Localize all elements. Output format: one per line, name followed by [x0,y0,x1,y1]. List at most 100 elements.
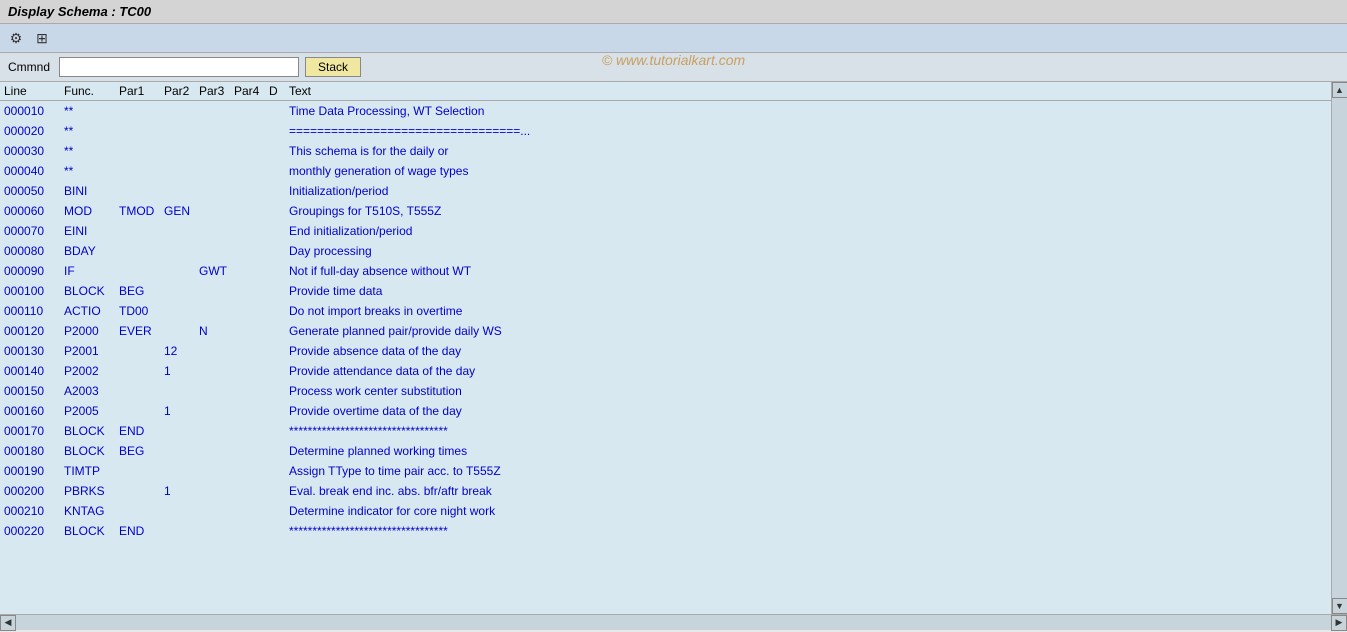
cell-par3 [199,182,234,200]
table-row[interactable]: 000200PBRKS1Eval. break end inc. abs. bf… [0,481,1331,501]
cell-par4 [234,262,269,280]
cell-func: P2001 [64,342,119,360]
cell-par2 [164,322,199,340]
header-par4: Par4 [234,84,269,98]
scroll-left-button[interactable]: ◀ [0,615,16,631]
table-row[interactable]: 000130P200112Provide absence data of the… [0,341,1331,361]
cell-par4 [234,342,269,360]
cell-par2 [164,282,199,300]
scrollbar-bottom[interactable]: ◀ ▶ [0,614,1347,630]
table-row[interactable]: 000160P20051Provide overtime data of the… [0,401,1331,421]
cell-par2: 1 [164,402,199,420]
cell-par2 [164,142,199,160]
cell-par1: END [119,522,164,540]
table-row[interactable]: 000180BLOCKBEGDetermine planned working … [0,441,1331,461]
table-row[interactable]: 000170BLOCKEND**************************… [0,421,1331,441]
cell-par4 [234,222,269,240]
cell-func: KNTAG [64,502,119,520]
cell-text: Do not import breaks in overtime [289,302,1327,320]
stack-button[interactable]: Stack [305,57,361,77]
main-area: Line Func. Par1 Par2 Par3 Par4 D Text 00… [0,82,1347,614]
scroll-down-button[interactable]: ▼ [1332,598,1347,614]
config-icon[interactable]: ⚙ [6,28,26,48]
table-row[interactable]: 000030**This schema is for the daily or [0,141,1331,161]
cell-par2 [164,182,199,200]
cell-text: Provide time data [289,282,1327,300]
table-row[interactable]: 000190TIMTP Assign TType to time pair acc… [0,461,1331,481]
cell-par3 [199,522,234,540]
table-row[interactable]: 000060MODTMODGENGroupings for T510S, T55… [0,201,1331,221]
cell-d [269,302,289,320]
cell-text: ********************************** [289,522,1327,540]
table-row[interactable]: 000010**Time Data Processing, WT Selecti… [0,101,1331,121]
scrollbar-right[interactable]: ▲ ▼ [1331,82,1347,614]
cell-par1: TD00 [119,302,164,320]
cell-par4 [234,182,269,200]
scroll-track[interactable] [1332,98,1347,598]
table-row[interactable]: 000220BLOCKEND**************************… [0,521,1331,541]
cell-func: ** [64,162,119,180]
cell-par3 [199,482,234,500]
cell-func: ** [64,102,119,120]
cell-line: 000030 [4,142,64,160]
scroll-right-button[interactable]: ▶ [1331,615,1347,631]
table-row[interactable]: 000210KNTAGDetermine indicator for core … [0,501,1331,521]
table-row[interactable]: 000050BINIInitialization/period [0,181,1331,201]
table-row[interactable]: 000100BLOCKBEGProvide time data [0,281,1331,301]
cell-text: Time Data Processing, WT Selection [289,102,1327,120]
table-row[interactable]: 000150A2003Process work center substitut… [0,381,1331,401]
cell-func: BLOCK [64,422,119,440]
cell-d [269,402,289,420]
cell-par2 [164,262,199,280]
cell-par2 [164,462,199,480]
table-row[interactable]: 000020**================================… [0,121,1331,141]
cell-par4 [234,422,269,440]
table-row[interactable]: 000120P2000EVERNGenerate planned pair/pr… [0,321,1331,341]
cell-par2: 1 [164,362,199,380]
cell-line: 000040 [4,162,64,180]
cell-func: ** [64,142,119,160]
cell-par3: GWT [199,262,234,280]
cell-par4 [234,282,269,300]
cell-text: Provide overtime data of the day [289,402,1327,420]
command-input[interactable] [59,57,299,77]
header-par3: Par3 [199,84,234,98]
table-row[interactable]: 000140P20021Provide attendance data of t… [0,361,1331,381]
header-par1: Par1 [119,84,164,98]
cell-par4 [234,162,269,180]
cell-d [269,222,289,240]
cell-d [269,522,289,540]
cell-par4 [234,102,269,120]
cell-par4 [234,202,269,220]
header-line: Line [4,84,64,98]
cell-text: Assign TType to time pair acc. to T555Z [289,462,1327,480]
cell-func: TIMTP [64,462,119,480]
cell-par4 [234,302,269,320]
cell-par4 [234,122,269,140]
cell-d [269,382,289,400]
cell-text: Provide attendance data of the day [289,362,1327,380]
cell-par3 [199,462,234,480]
cell-par1 [119,382,164,400]
table-row[interactable]: 000110ACTIOTD00Do not import breaks in o… [0,301,1331,321]
cell-d [269,202,289,220]
cell-par3: N [199,322,234,340]
table-row[interactable]: 000090IFGWTNot if full-day absence witho… [0,261,1331,281]
cell-par1 [119,262,164,280]
table-header: Line Func. Par1 Par2 Par3 Par4 D Text [0,82,1331,101]
table-row[interactable]: 000080BDAYDay processing [0,241,1331,261]
cell-line: 000090 [4,262,64,280]
scroll-up-button[interactable]: ▲ [1332,82,1347,98]
header-par2: Par2 [164,84,199,98]
table-row[interactable]: 000070EINIEnd initialization/period [0,221,1331,241]
layout-icon[interactable]: ⊞ [32,28,52,48]
table-row[interactable]: 000040**monthly generation of wage types [0,161,1331,181]
cell-par4 [234,522,269,540]
cell-par3 [199,402,234,420]
cell-par2 [164,222,199,240]
cell-line: 000190 [4,462,64,480]
cell-par2 [164,442,199,460]
cell-text: =================================... [289,122,1327,140]
cell-func: P2005 [64,402,119,420]
cell-text: Process work center substitution [289,382,1327,400]
